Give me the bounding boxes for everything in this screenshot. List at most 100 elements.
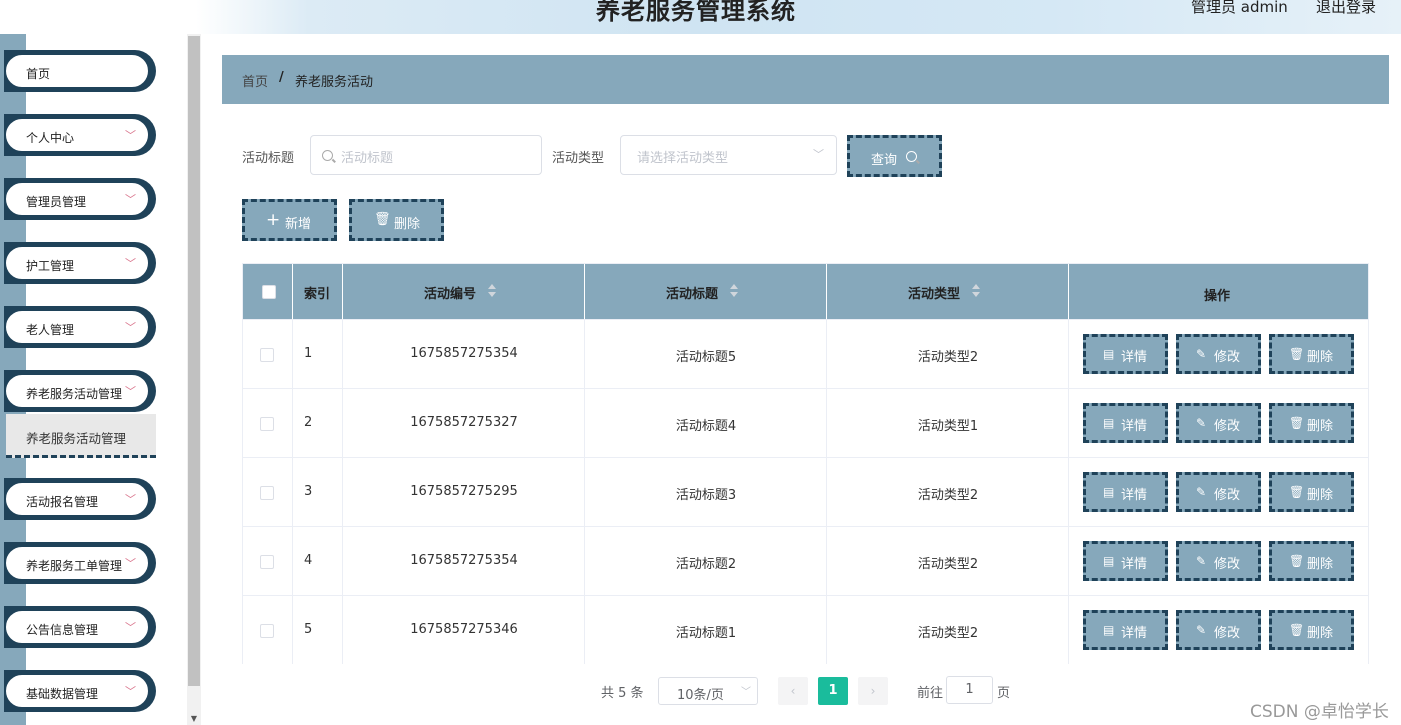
sort-icon[interactable] xyxy=(972,284,980,298)
sidebar-item-basedata[interactable]: 基础数据管理 ﹀ xyxy=(4,670,156,712)
type-cell: 活动类型1 xyxy=(827,389,1069,457)
sidebar-item-workorders[interactable]: 养老服务工单管理 ﹀ xyxy=(4,542,156,584)
edit-button[interactable]: ✎ 修改 xyxy=(1176,472,1261,512)
header-code[interactable]: 活动编号 xyxy=(343,264,585,319)
search-button[interactable]: 查询 xyxy=(847,135,942,177)
code-cell: 1675857275295 xyxy=(343,458,585,526)
pencil-icon: ✎ xyxy=(1196,554,1207,568)
goto-page-input[interactable]: 1 xyxy=(946,676,993,704)
row-type: 活动类型1 xyxy=(917,419,979,434)
chevron-down-icon: ﹀ xyxy=(125,685,136,698)
delete-button[interactable]: 🗑 删除 xyxy=(1269,403,1354,443)
pencil-icon: ✎ xyxy=(1196,623,1207,637)
row-index: 3 xyxy=(304,484,313,499)
edit-button[interactable]: ✎ 修改 xyxy=(1176,334,1261,374)
sidebar-item-admins[interactable]: 管理员管理 ﹀ xyxy=(4,178,156,220)
trash-icon: 🗑 xyxy=(374,212,391,227)
title-search-input[interactable]: 活动标题 xyxy=(310,135,542,175)
chevron-down-icon: ﹀ xyxy=(125,493,136,506)
breadcrumb-home[interactable]: 首页 xyxy=(242,71,268,90)
delete-button[interactable]: 🗑 删除 xyxy=(1269,610,1354,650)
delete-button-label: 删除 xyxy=(1307,350,1334,365)
title-search-placeholder: 活动标题 xyxy=(341,151,394,166)
detail-button[interactable]: ▤ 详情 xyxy=(1083,472,1168,512)
breadcrumb: 首页 / 养老服务活动 xyxy=(222,55,1389,104)
sidebar-item-label: 护工管理 xyxy=(26,259,75,273)
batch-delete-button[interactable]: 🗑 删除 xyxy=(349,199,444,241)
sidebar-item-notices[interactable]: 公告信息管理 ﹀ xyxy=(4,606,156,648)
type-select[interactable]: 请选择活动类型 ﹀ xyxy=(620,135,837,175)
type-cell: 活动类型2 xyxy=(827,596,1069,664)
sort-icon[interactable] xyxy=(488,284,496,298)
row-select-cell xyxy=(243,389,293,457)
row-checkbox[interactable] xyxy=(260,555,274,569)
row-index: 4 xyxy=(304,553,313,568)
delete-button[interactable]: 🗑 删除 xyxy=(1269,472,1354,512)
header-title[interactable]: 活动标题 xyxy=(585,264,827,319)
row-checkbox[interactable] xyxy=(260,624,274,638)
sidebar-item-profile[interactable]: 个人中心 ﹀ xyxy=(4,114,156,156)
detail-button[interactable]: ▤ 详情 xyxy=(1083,610,1168,650)
add-button-label: 新增 xyxy=(285,217,312,232)
row-type: 活动类型2 xyxy=(917,557,979,572)
prev-page-button[interactable]: ‹ xyxy=(778,677,808,705)
column-header: 操作 xyxy=(1204,289,1231,304)
row-title: 活动标题2 xyxy=(675,557,737,572)
type-select-placeholder: 请选择活动类型 xyxy=(637,151,729,166)
sidebar: 首页 个人中心 ﹀ 管理员管理 ﹀ 护工管理 ﹀ 老人管理 ﹀ 养老服务活动管理 ﹀ 养老… xyxy=(0,34,201,725)
sidebar-item-activities[interactable]: 养老服务活动管理 ﹀ xyxy=(4,370,156,412)
detail-button-label: 详情 xyxy=(1121,557,1148,572)
table-header: 索引 活动编号 活动标题 活动类型 操作 xyxy=(243,264,1368,319)
chevron-down-icon: ﹀ xyxy=(813,148,824,161)
actions-cell: ▤ 详情 ✎ 修改 🗑 删除 xyxy=(1069,320,1368,388)
delete-button-label: 删除 xyxy=(1307,419,1334,434)
delete-button[interactable]: 🗑 删除 xyxy=(1269,541,1354,581)
edit-button[interactable]: ✎ 修改 xyxy=(1176,403,1261,443)
chevron-down-icon: ﹀ xyxy=(741,687,751,698)
edit-button[interactable]: ✎ 修改 xyxy=(1176,610,1261,650)
row-checkbox[interactable] xyxy=(260,348,274,362)
breadcrumb-current: 养老服务活动 xyxy=(295,75,374,90)
detail-button[interactable]: ▤ 详情 xyxy=(1083,334,1168,374)
chevron-down-icon: ﹀ xyxy=(125,557,136,570)
sidebar-item-home[interactable]: 首页 xyxy=(4,50,156,92)
delete-button[interactable]: 🗑 删除 xyxy=(1269,334,1354,374)
page-size-select[interactable]: 10条/页 ﹀ xyxy=(658,677,758,705)
actions-cell: ▤ 详情 ✎ 修改 🗑 删除 xyxy=(1069,527,1368,595)
next-page-button[interactable]: › xyxy=(858,677,888,705)
sidebar-item-label: 管理员管理 xyxy=(26,195,87,209)
sidebar-scroll-thumb[interactable] xyxy=(188,36,200,686)
page-number-current[interactable]: 1 xyxy=(818,677,848,705)
document-icon: ▤ xyxy=(1103,416,1115,430)
pencil-icon: ✎ xyxy=(1196,485,1207,499)
pencil-icon: ✎ xyxy=(1196,347,1207,361)
scroll-down-arrow-icon[interactable]: ▼ xyxy=(187,712,201,725)
row-code: 1675857275346 xyxy=(410,622,518,637)
header-type[interactable]: 活动类型 xyxy=(827,264,1069,319)
detail-button[interactable]: ▤ 详情 xyxy=(1083,541,1168,581)
detail-button[interactable]: ▤ 详情 xyxy=(1083,403,1168,443)
goto-page-suffix: 页 xyxy=(997,686,1011,701)
chevron-down-icon: ﹀ xyxy=(125,193,136,206)
sidebar-subitem-activities[interactable]: 养老服务活动管理 xyxy=(6,414,156,458)
row-title: 活动标题5 xyxy=(675,350,737,365)
title-cell: 活动标题4 xyxy=(585,389,827,457)
row-select-cell xyxy=(243,458,293,526)
logout-link[interactable]: 退出登录 xyxy=(1316,0,1376,17)
sidebar-item-elders[interactable]: 老人管理 ﹀ xyxy=(4,306,156,348)
edit-button[interactable]: ✎ 修改 xyxy=(1176,541,1261,581)
sort-icon[interactable] xyxy=(730,284,738,298)
add-button[interactable]: + 新增 xyxy=(242,199,337,241)
row-checkbox[interactable] xyxy=(260,486,274,500)
row-checkbox[interactable] xyxy=(260,417,274,431)
row-code: 1675857275327 xyxy=(410,415,518,430)
sidebar-item-caregivers[interactable]: 护工管理 ﹀ xyxy=(4,242,156,284)
select-all-checkbox[interactable] xyxy=(262,285,276,299)
header-index: 索引 xyxy=(293,264,343,319)
delete-button-label: 删除 xyxy=(1307,557,1334,572)
title-cell: 活动标题2 xyxy=(585,527,827,595)
sidebar-item-signups[interactable]: 活动报名管理 ﹀ xyxy=(4,478,156,520)
row-code: 1675857275354 xyxy=(410,346,518,361)
code-cell: 1675857275354 xyxy=(343,320,585,388)
row-type: 活动类型2 xyxy=(917,488,979,503)
